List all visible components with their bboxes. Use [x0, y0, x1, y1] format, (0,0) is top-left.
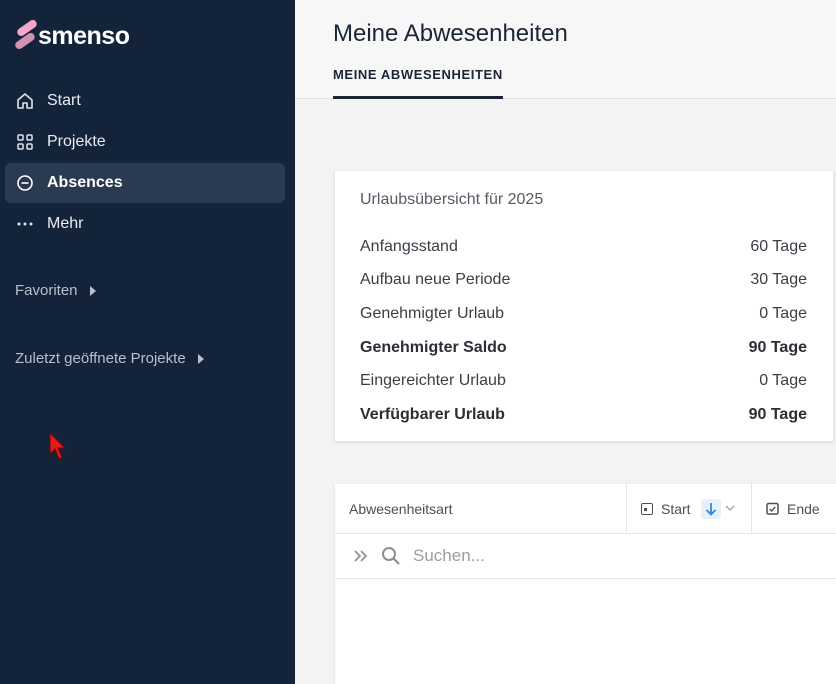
home-icon: [15, 91, 35, 111]
search-icon: [381, 546, 401, 566]
smenso-logo[interactable]: smenso: [13, 18, 130, 52]
summary-row: Anfangsstand 60 Tage: [360, 230, 807, 264]
sidebar-item-label: Mehr: [47, 215, 84, 232]
summary-label: Genehmigter Saldo: [360, 338, 507, 356]
logo-mark-icon: [13, 18, 39, 52]
caret-right-icon: [197, 353, 204, 364]
column-label: Abwesenheitsart: [349, 500, 453, 517]
summary-row: Genehmigter Urlaub 0 Tage: [360, 297, 807, 331]
sidebar: smenso Start Projekte Absences Mehr Favo…: [0, 0, 295, 684]
column-header-end[interactable]: Ende: [752, 484, 820, 534]
favorites-toggle[interactable]: Favoriten: [15, 282, 96, 299]
caret-right-icon: [89, 285, 96, 296]
summary-row: Aufbau neue Periode 30 Tage: [360, 264, 807, 298]
summary-label: Aufbau neue Periode: [360, 271, 511, 289]
sidebar-nav: Start Projekte Absences Mehr: [5, 81, 285, 245]
chevron-down-icon[interactable]: [725, 503, 735, 515]
grid-icon: [15, 132, 35, 152]
column-label: Ende: [787, 500, 820, 517]
summary-value: 0 Tage: [759, 304, 807, 322]
summary-row: Genehmigter Saldo 90 Tage: [360, 331, 807, 365]
minus-circle-icon: [15, 173, 35, 193]
sidebar-item-label: Projekte: [47, 133, 106, 150]
search-input[interactable]: [413, 546, 773, 566]
summary-label: Genehmigter Urlaub: [360, 304, 505, 322]
sort-descending-icon[interactable]: [700, 498, 721, 519]
summary-value: 30 Tage: [750, 271, 807, 289]
favorites-label: Favoriten: [15, 282, 78, 299]
summary-value: 0 Tage: [759, 372, 807, 390]
table-header: Abwesenheitsart Start Ende: [335, 483, 836, 534]
calendar-check-icon: [766, 502, 779, 515]
summary-row: Eingereichter Urlaub 0 Tage: [360, 364, 807, 398]
summary-label: Anfangsstand: [360, 237, 458, 255]
summary-value: 90 Tage: [748, 338, 807, 356]
sidebar-item-label: Start: [47, 92, 81, 109]
page-title: Meine Abwesenheiten: [333, 20, 568, 47]
search-row: [335, 534, 836, 579]
calendar-icon: [641, 502, 653, 515]
column-header-start[interactable]: Start: [627, 483, 752, 534]
summary-title: Urlaubsübersicht für 2025: [360, 191, 544, 208]
column-label: Start: [661, 500, 691, 517]
sidebar-item-start[interactable]: Start: [5, 81, 285, 121]
summary-row: Verfügbarer Urlaub 90 Tage: [360, 398, 807, 432]
summary-label: Verfügbarer Urlaub: [360, 405, 505, 423]
mouse-cursor-icon: [48, 431, 68, 467]
summary-value: 60 Tage: [750, 237, 807, 255]
page-header: Meine Abwesenheiten MEINE ABWESENHEITEN: [295, 0, 836, 99]
sidebar-item-label: Absences: [47, 174, 123, 191]
summary-value: 90 Tage: [748, 405, 807, 423]
summary-label: Eingereichter Urlaub: [360, 372, 506, 390]
expand-double-chevron-icon[interactable]: [353, 549, 369, 563]
sidebar-item-mehr[interactable]: Mehr: [5, 204, 285, 244]
recent-projects-toggle[interactable]: Zuletzt geöffnete Projekte: [15, 350, 204, 367]
vacation-summary-card: Urlaubsübersicht für 2025 Anfangsstand 6…: [335, 171, 833, 441]
absences-table: Abwesenheitsart Start Ende: [335, 483, 836, 684]
sidebar-item-projekte[interactable]: Projekte: [5, 122, 285, 162]
main-content: Meine Abwesenheiten MEINE ABWESENHEITEN …: [295, 0, 836, 684]
sidebar-item-absences[interactable]: Absences: [5, 163, 285, 203]
tab-meine-abwesenheiten[interactable]: MEINE ABWESENHEITEN: [333, 67, 503, 99]
more-dots-icon: [15, 214, 35, 234]
summary-rows: Anfangsstand 60 Tage Aufbau neue Periode…: [360, 230, 807, 432]
recent-projects-label: Zuletzt geöffnete Projekte: [15, 350, 186, 367]
column-header-type[interactable]: Abwesenheitsart: [335, 483, 627, 534]
logo-text: smenso: [38, 21, 130, 50]
